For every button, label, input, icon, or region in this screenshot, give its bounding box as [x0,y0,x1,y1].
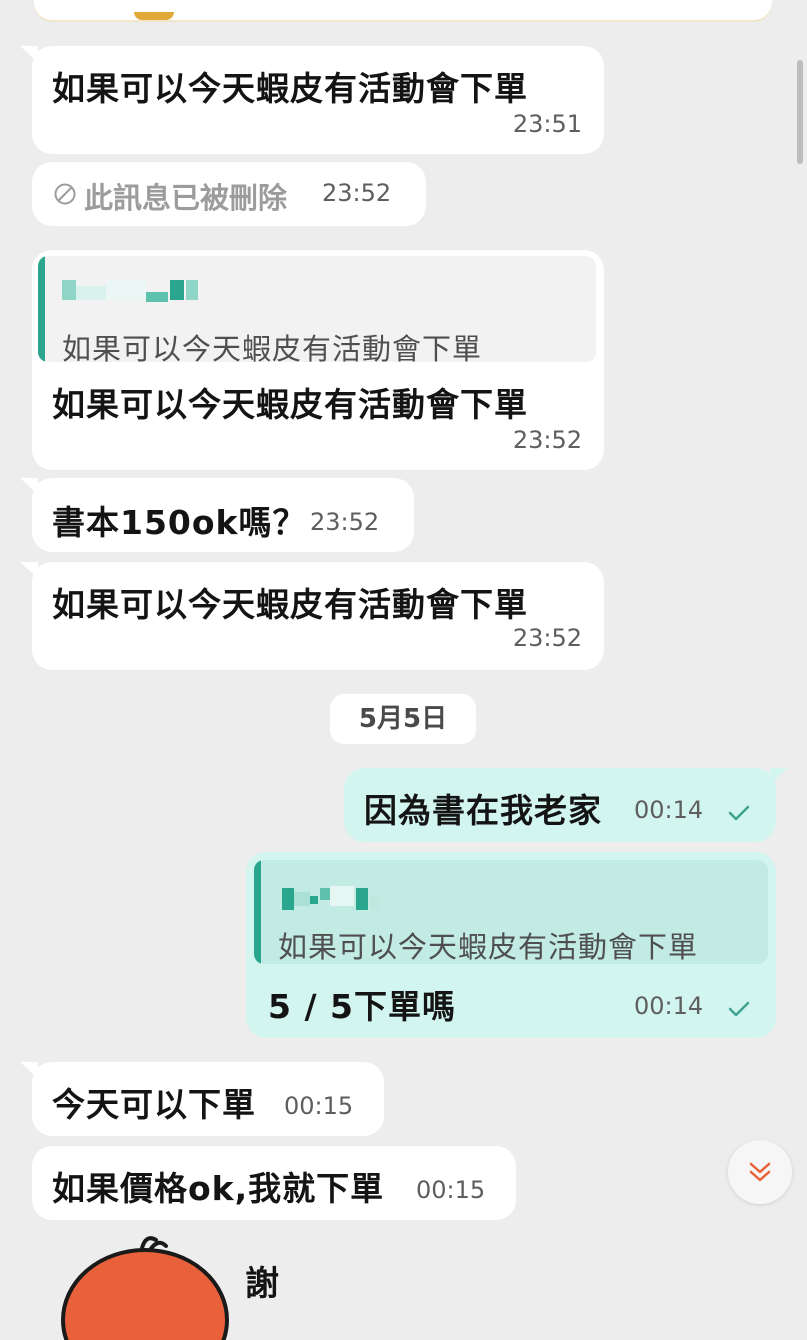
message-time: 00:15 [284,1092,354,1120]
message-text: 如果可以今天蝦皮有活動會下單 [52,69,528,108]
checkmark-icon [728,805,750,821]
message-bubble-incoming[interactable]: 如果可以今天蝦皮有活動會下單 23:51 [20,46,604,154]
deleted-message-bubble[interactable]: 此訊息已被刪除 23:52 [32,162,426,226]
message-text: 5 / 5下單嗎 [268,987,456,1026]
ban-icon [54,183,76,205]
message-time: 23:52 [310,508,380,536]
message-time: 00:14 [634,796,704,824]
quoted-text: 如果可以今天蝦皮有活動會下單 [62,332,483,362]
quoted-message[interactable]: 如果可以今天蝦皮有活動會下單 [38,256,596,362]
sticker-caption: 謝 [245,1264,279,1304]
message-bubble-incoming[interactable]: 書本150ok嗎？ 23:52 [20,478,414,552]
message-bubble-incoming[interactable]: 如果可以今天蝦皮有活動會下單 23:52 [20,562,604,670]
blurred-sender-name [62,280,198,302]
deleted-message-text: 此訊息已被刪除 [84,181,288,215]
message-bubble-incoming[interactable]: 如果價格ok,我就下單 00:15 [32,1146,516,1220]
message-time: 23:52 [512,624,582,652]
date-divider: 5月5日 [330,694,476,744]
reply-message-bubble[interactable]: 如果可以今天蝦皮有活動會下單 如果可以今天蝦皮有活動會下單 23:52 [32,250,604,470]
message-text: 如果價格ok,我就下單 [52,1169,385,1208]
message-text: 因為書在我老家 [364,791,602,830]
message-bubble-outgoing[interactable]: 因為書在我老家 00:14 [344,768,788,842]
quote-accent-bar [254,860,261,964]
sticker-image[interactable] [50,1220,240,1340]
message-text: 今天可以下單 [52,1085,256,1124]
message-text: 書本150ok嗎？ [52,503,307,542]
message-text: 如果可以今天蝦皮有活動會下單 [52,385,528,424]
message-text: 如果可以今天蝦皮有活動會下單 [52,585,528,624]
previous-message-bubble[interactable] [34,0,772,20]
quoted-text: 如果可以今天蝦皮有活動會下單 [278,930,699,964]
scrollbar[interactable] [797,60,803,164]
message-time: 23:52 [322,179,392,207]
double-chevron-down-icon [749,1162,771,1182]
message-time: 00:15 [416,1176,486,1204]
quoted-message[interactable]: 如果可以今天蝦皮有活動會下單 [254,860,768,964]
blurred-sender-name [282,886,380,910]
message-time: 23:51 [512,110,582,138]
scroll-to-bottom-button[interactable] [728,1140,792,1204]
reply-message-bubble-outgoing[interactable]: 如果可以今天蝦皮有活動會下單 5 / 5下單嗎 00:14 [246,852,776,1038]
message-time: 23:52 [512,426,582,454]
checkmark-icon [728,1001,750,1017]
message-time: 00:14 [634,992,704,1020]
quote-accent-bar [38,256,45,362]
sticker-peek [134,12,174,20]
message-bubble-incoming[interactable]: 今天可以下單 00:15 [20,1062,384,1136]
